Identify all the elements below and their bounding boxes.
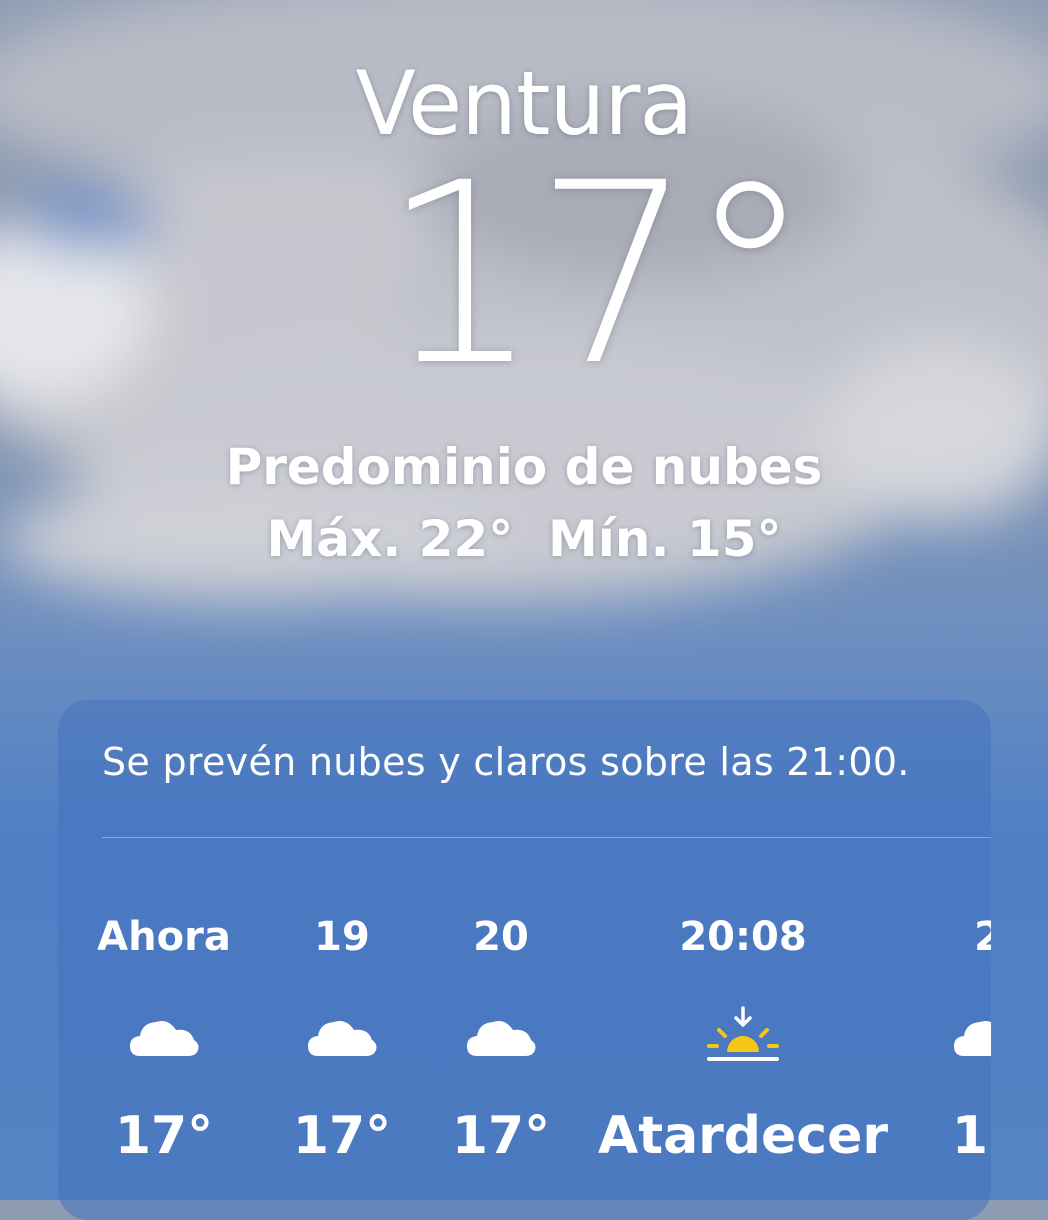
hour-value: Atardecer: [597, 1106, 889, 1166]
hour-label: 20: [473, 914, 529, 960]
cloud-icon: [954, 1021, 991, 1056]
hour-value: 17°: [292, 1106, 392, 1166]
current-temperature: 17°: [381, 129, 812, 420]
hour-label: Ahora: [97, 914, 231, 960]
hour-value: 17°: [451, 1106, 551, 1166]
forecast-summary: Se prevén nubes y claros sobre las 21:00…: [102, 740, 910, 784]
hour-value: 17°: [114, 1106, 214, 1166]
hour-label: 19: [314, 914, 370, 960]
hour-value: 16: [951, 1106, 991, 1166]
divider: [102, 837, 991, 838]
cloud-icon: [308, 1021, 377, 1056]
hourly-forecast-card[interactable]: Se prevén nubes y claros sobre las 21:00…: [58, 700, 991, 1220]
hour-label: 20:08: [679, 914, 807, 960]
high-low-text: Máx. 22° Mín. 15°: [266, 510, 782, 568]
sunset-icon: [707, 1006, 779, 1061]
cloud-icon: [130, 1021, 199, 1056]
hour-label: 2: [974, 914, 991, 960]
condition-text: Predominio de nubes: [225, 438, 823, 496]
cloud-icon: [467, 1021, 536, 1056]
